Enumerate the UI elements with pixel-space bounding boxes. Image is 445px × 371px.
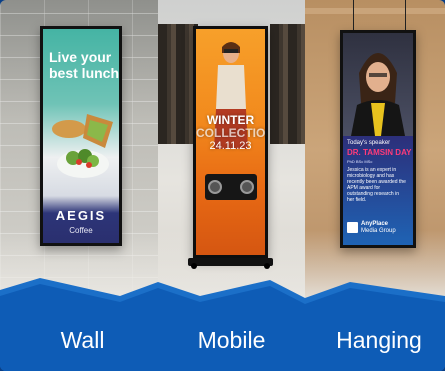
wall-photo: Live your best lunch AEGIS Coffee xyxy=(0,0,158,300)
food-image xyxy=(52,114,113,178)
ceiling-beam xyxy=(305,8,445,14)
mobile-stand xyxy=(188,258,273,266)
hanging-photo: Today's speaker DR. TAMSIN DAY PhD BSc M… xyxy=(305,0,445,300)
clothing-rack-right xyxy=(270,24,305,144)
label-wall: Wall xyxy=(60,327,105,353)
hanging-wire xyxy=(353,0,354,30)
label-hanging: Hanging xyxy=(336,327,422,353)
brand-line1: AnyPlace xyxy=(361,221,389,227)
mobile-photo: WINTER COLLECTION 24.11.23 xyxy=(158,0,305,300)
logo-icon xyxy=(347,222,358,233)
speaker-label: Today's speaker xyxy=(347,140,391,146)
speaker-role: PhD BSc MSc xyxy=(347,159,373,164)
wheel-icon xyxy=(264,263,270,269)
wall-headline: Live your best lunch xyxy=(49,49,120,81)
speaker-icon xyxy=(240,180,254,194)
clothing-rack-left xyxy=(158,24,198,144)
anyplace-logo: AnyPlace Media Group xyxy=(347,221,409,235)
wheel-icon xyxy=(191,263,197,269)
mobile-line2: COLLECTION xyxy=(196,126,268,140)
hanging-display-screen: Today's speaker DR. TAMSIN DAY PhD BSc M… xyxy=(340,30,416,248)
hanging-wire xyxy=(405,0,406,30)
mobile-date: 24.11.23 xyxy=(209,140,252,152)
speaker-photo xyxy=(343,33,413,136)
speaker-bio: Jessica is an expert in microbiology and… xyxy=(347,167,406,203)
speaker-name: DR. TAMSIN DAY xyxy=(347,148,412,157)
mobile-headline: WINTER COLLECTION 24.11.23 xyxy=(196,114,265,153)
wall-display-screen: Live your best lunch AEGIS Coffee xyxy=(40,26,122,246)
wave-band xyxy=(0,278,445,371)
brand-line2: Media Group xyxy=(361,228,396,234)
mobile-display-screen: WINTER COLLECTION 24.11.23 xyxy=(193,26,268,258)
speaker-icon xyxy=(208,180,222,194)
wall-brand: AEGIS xyxy=(55,208,107,223)
speaker-portrait xyxy=(351,53,405,136)
wall-brand-sub: Coffee xyxy=(69,226,93,235)
label-mobile: Mobile xyxy=(197,327,266,353)
boombox-image xyxy=(205,174,257,200)
product-showcase: Live your best lunch AEGIS Coffee WINTER… xyxy=(0,0,445,371)
